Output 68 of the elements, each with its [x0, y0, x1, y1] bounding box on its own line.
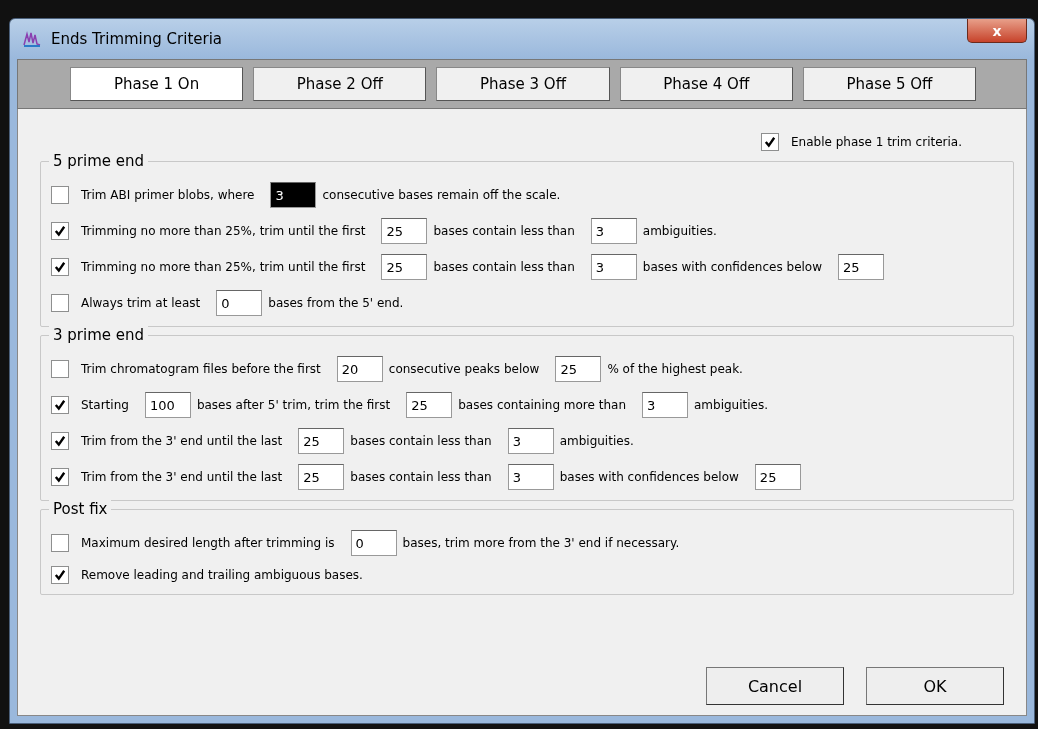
- option-label: Trim ABI primer blobs, where: [81, 188, 255, 202]
- checkbox[interactable]: [51, 186, 69, 204]
- close-button[interactable]: x: [967, 19, 1027, 43]
- checkbox[interactable]: [51, 396, 69, 414]
- number-field[interactable]: 0: [350, 530, 397, 556]
- phase-tab[interactable]: Phase 5 Off: [802, 67, 976, 101]
- chromatogram-icon: [23, 30, 41, 48]
- dialog-button[interactable]: OK: [866, 667, 1004, 705]
- option-label: bases contain less than: [350, 470, 492, 484]
- option-label: Maximum desired length after trimming is: [81, 536, 335, 550]
- group-title: 3 prime end: [49, 326, 149, 344]
- option-label: Trimming no more than 25%, trim until the first: [81, 260, 366, 274]
- number-field[interactable]: 25: [555, 356, 602, 382]
- phase-tab[interactable]: Phase 4 Off: [619, 67, 793, 101]
- option-label: ambiguities.: [694, 398, 769, 412]
- option-label: bases contain less than: [433, 260, 575, 274]
- option-label: bases containing more than: [458, 398, 626, 412]
- option-label: ambiguities.: [559, 434, 634, 448]
- window-title: Ends Trimming Criteria: [51, 30, 222, 48]
- number-field[interactable]: 25: [406, 392, 453, 418]
- option-label: consecutive peaks below: [388, 362, 540, 376]
- option-label: ambiguities.: [642, 224, 717, 238]
- option-label: bases from the 5' end.: [268, 296, 404, 310]
- option-label: bases contain less than: [350, 434, 492, 448]
- option-label: Trim from the 3' end until the last: [81, 434, 283, 448]
- number-field[interactable]: 25: [298, 428, 345, 454]
- group-title: 5 prime end: [49, 152, 149, 170]
- number-field[interactable]: 25: [298, 464, 345, 490]
- option-label: bases after 5' trim, trim the first: [196, 398, 391, 412]
- number-field[interactable]: 3: [270, 182, 317, 208]
- checkbox[interactable]: [51, 258, 69, 276]
- checkbox[interactable]: [51, 566, 69, 584]
- number-field[interactable]: 25: [381, 218, 428, 244]
- number-field[interactable]: 100: [144, 392, 191, 418]
- option-label: bases, trim more from the 3' end if necessary.: [402, 536, 680, 550]
- number-field[interactable]: 25: [381, 254, 428, 280]
- option-label: Trim chromatogram files before the first: [81, 362, 321, 376]
- checkbox[interactable]: [51, 468, 69, 486]
- checkbox[interactable]: [51, 534, 69, 552]
- option-label: Always trim at least: [81, 296, 201, 310]
- option-label: Trimming no more than 25%, trim until the first: [81, 224, 366, 238]
- number-field[interactable]: 3: [642, 392, 688, 418]
- option-label: Remove leading and trailing ambiguous bases.: [81, 568, 363, 582]
- number-field[interactable]: 25: [754, 464, 801, 490]
- checkbox-label: Enable phase 1 trim criteria.: [790, 135, 962, 149]
- number-field[interactable]: 3: [507, 464, 554, 490]
- number-field[interactable]: 3: [507, 428, 554, 454]
- option-label: bases with confidences below: [642, 260, 822, 274]
- number-field[interactable]: 3: [590, 218, 637, 244]
- option-label: bases with confidences below: [559, 470, 739, 484]
- phase-tab[interactable]: Phase 2 Off: [253, 67, 427, 101]
- checkbox[interactable]: [51, 222, 69, 240]
- option-label: bases contain less than: [433, 224, 575, 238]
- number-field[interactable]: 25: [838, 254, 884, 280]
- option-label: Trim from the 3' end until the last: [81, 470, 283, 484]
- checkbox[interactable]: [51, 432, 69, 450]
- dialog-button[interactable]: Cancel: [706, 667, 844, 705]
- number-field[interactable]: 20: [336, 356, 383, 382]
- phase-tab[interactable]: Phase 3 Off: [436, 67, 610, 101]
- checkbox[interactable]: [51, 360, 69, 378]
- number-field[interactable]: 0: [216, 290, 263, 316]
- checkbox[interactable]: [760, 133, 779, 151]
- option-label: Starting: [81, 398, 129, 412]
- number-field[interactable]: 3: [590, 254, 637, 280]
- option-label: consecutive bases remain off the scale.: [322, 188, 561, 202]
- phase-tab[interactable]: Phase 1 On: [70, 67, 244, 101]
- option-label: % of the highest peak.: [607, 362, 743, 376]
- checkbox[interactable]: [51, 294, 69, 312]
